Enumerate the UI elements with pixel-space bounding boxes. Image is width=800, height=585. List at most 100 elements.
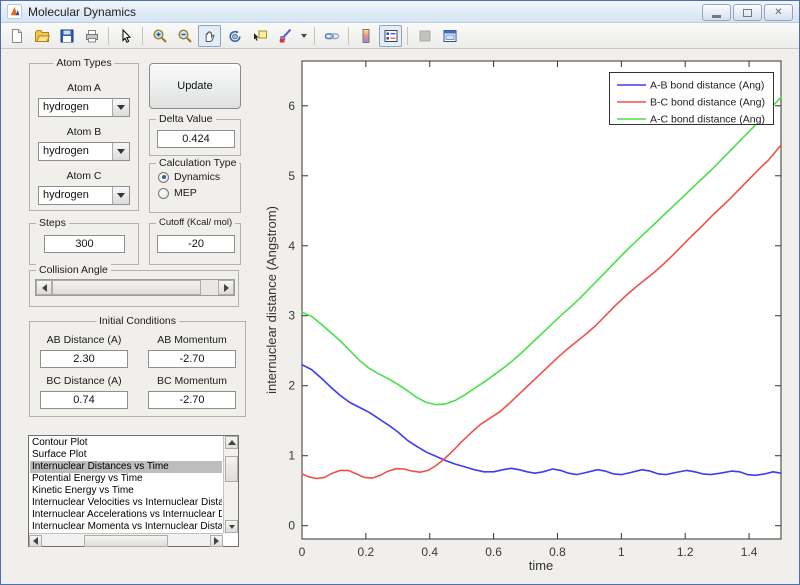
scroll-up-button[interactable] [225,436,238,449]
save-icon [60,29,73,42]
print-button[interactable] [80,25,103,47]
plot-type-listbox[interactable]: Contour Plot Surface Plot Internuclear Dis… [28,435,239,547]
rotate-3d-button[interactable] [223,25,246,47]
maximize-button[interactable] [733,4,762,21]
atom-a-label: Atom A [67,82,101,94]
list-item[interactable]: Kinetic Energy vs Time [30,485,222,497]
scroll-left-button[interactable] [29,534,42,547]
list-item[interactable]: Internuclear Accelerations vs Internucle… [30,509,222,521]
plot-legend[interactable]: A-B bond distance (Ang) B-C bond distance… [609,72,774,126]
data-cursor-button[interactable] [248,25,271,47]
list-item[interactable]: Contour Plot [30,437,222,449]
dock-figure-button[interactable] [438,25,461,47]
calculation-type-panel: Calculation Type Dynamics MEP [149,157,241,213]
steps-input[interactable] [44,235,125,253]
list-item[interactable]: Internuclear Distances vs Time [30,461,222,473]
cutoff-title: Cutoff (Kcal/ mol) [156,217,236,228]
close-icon: ✕ [774,6,783,18]
ab-momentum-input[interactable] [148,350,236,368]
insert-legend-button[interactable] [379,24,402,47]
listbox-horizontal-scrollbar[interactable] [29,533,223,547]
steps-panel: Steps [29,217,139,265]
brush-button[interactable] [273,25,296,47]
radio-dynamics[interactable]: Dynamics [158,171,240,183]
radio-dynamics-circle[interactable] [158,171,169,183]
close-button[interactable]: ✕ [764,4,793,21]
slider-left-arrow[interactable] [36,280,52,295]
delta-value-input[interactable] [157,130,235,148]
radio-dynamics-label: Dynamics [174,171,221,183]
arrow-cursor-button[interactable] [114,25,137,47]
toolbar-separator [348,26,349,45]
dock-window-icon [443,29,456,42]
atom-c-label: Atom C [66,170,102,182]
title-bar[interactable]: Molecular Dynamics ✕ [1,1,799,23]
brush-icon [278,28,291,42]
new-document-button[interactable] [5,25,28,47]
cutoff-input[interactable] [157,235,235,253]
atom-b-dropdown[interactable]: hydrogen [38,142,130,161]
listbox-vertical-scrollbar[interactable] [223,436,238,533]
slider-right-arrow[interactable] [218,280,234,295]
slider-thumb[interactable] [52,280,201,295]
atom-a-dropdown[interactable]: hydrogen [38,98,130,117]
toolbar-separator [407,26,408,45]
list-item[interactable]: Internuclear Velocities vs Internuclear … [30,497,222,509]
chevron-down-icon[interactable] [112,99,129,116]
data-cursor-icon [253,30,267,41]
collision-angle-title: Collision Angle [36,264,111,276]
colorbar-icon [362,28,369,43]
arrow-down-icon [228,524,235,529]
y-tick-label: 4 [288,239,295,253]
atom-c-dropdown[interactable]: hydrogen [38,186,130,205]
pan-button[interactable] [198,24,221,47]
atom-types-title: Atom Types [53,57,115,69]
listbox-items: Contour Plot Surface Plot Internuclear Dis… [30,437,222,532]
ab-distance-input[interactable] [40,350,128,368]
disabled-button [413,25,436,47]
cutoff-panel: Cutoff (Kcal/ mol) [149,217,241,265]
disabled-square-icon [419,30,430,41]
slider-track[interactable] [201,280,218,295]
steps-title: Steps [36,217,69,229]
chevron-down-icon[interactable] [112,187,129,204]
save-button[interactable] [55,25,78,47]
vertical-scroll-thumb[interactable] [225,456,238,482]
arrow-right-icon [223,283,229,292]
update-button[interactable]: Update [149,63,241,109]
radio-mep[interactable]: MEP [158,187,240,199]
radio-mep-circle[interactable] [158,187,169,199]
arrow-left-icon [33,536,38,545]
zoom-in-button[interactable] [148,25,171,47]
list-item[interactable]: Internuclear Momenta vs Internuclear Dis… [30,521,222,532]
x-tick-label: 0.4 [421,545,438,559]
list-item[interactable]: Surface Plot [30,449,222,461]
toolbar-separator [142,26,143,45]
window-title: Molecular Dynamics [28,4,137,19]
collision-angle-panel: Collision Angle [29,264,239,307]
bc-distance-input[interactable] [40,391,128,409]
toolbar-separator [108,26,109,45]
print-icon [85,29,98,42]
zoom-out-button[interactable] [173,25,196,47]
y-axis-label: internuclear distance (Angstrom) [264,206,279,394]
brush-dropdown-button[interactable] [298,25,309,47]
list-item[interactable]: Potential Energy vs Time [30,473,222,485]
insert-colorbar-button[interactable] [354,25,377,47]
bc-distance-label: BC Distance (A) [46,375,122,387]
link-plot-button[interactable] [320,25,343,47]
scroll-right-button[interactable] [210,534,223,547]
scroll-down-button[interactable] [225,520,238,533]
bc-momentum-label: BC Momentum [156,375,228,387]
open-folder-button[interactable] [30,25,53,47]
minimize-button[interactable] [702,4,731,21]
delta-value-title: Delta Value [156,113,216,125]
horizontal-scroll-thumb[interactable] [84,534,168,547]
chevron-down-icon[interactable] [112,143,129,160]
bc-momentum-input[interactable] [148,391,236,409]
atom-c-value: hydrogen [43,189,89,201]
collision-angle-slider[interactable] [35,279,235,296]
legend-icon [384,29,397,42]
delta-value-panel: Delta Value [149,113,241,156]
rotate-3d-icon [228,30,241,42]
